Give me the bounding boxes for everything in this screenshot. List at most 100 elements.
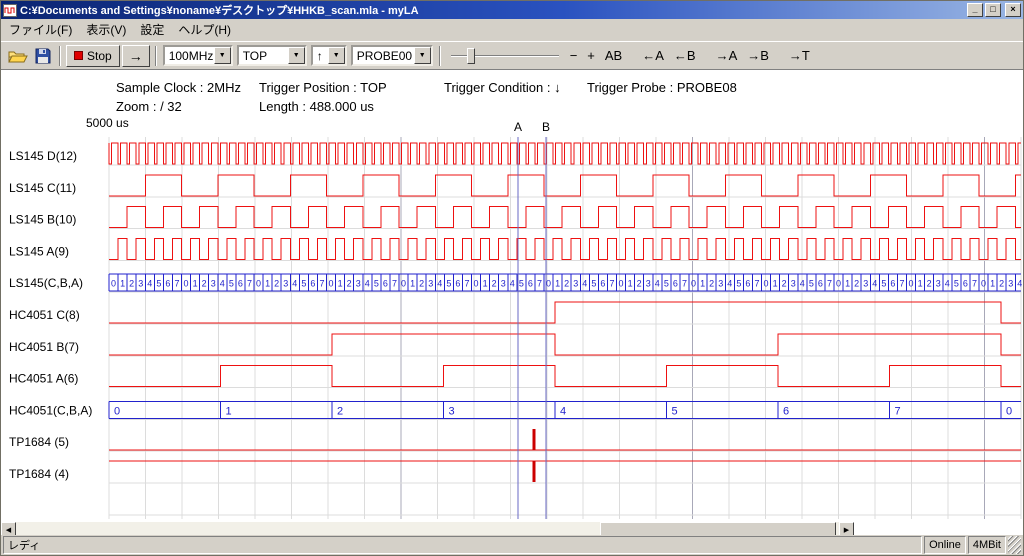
stop-button[interactable]: Stop bbox=[66, 45, 120, 67]
bus-value: 3 bbox=[449, 405, 455, 417]
status-bar: レディ Online 4MBit bbox=[1, 535, 1023, 555]
bus-value: 5 bbox=[446, 279, 451, 289]
waveform bbox=[109, 302, 1021, 323]
bus-value: 7 bbox=[899, 279, 904, 289]
trigger-position-value: TOP bbox=[239, 49, 288, 63]
bus-value: 1 bbox=[226, 405, 232, 417]
bus-value: 3 bbox=[718, 279, 723, 289]
zoom-in-button[interactable]: + bbox=[582, 46, 600, 65]
ab-range-button[interactable]: AB bbox=[600, 46, 627, 65]
scrollbar-track[interactable] bbox=[16, 522, 839, 535]
status-ready: レディ bbox=[3, 536, 922, 554]
run-button[interactable]: → bbox=[122, 45, 150, 67]
bus-value: 5 bbox=[736, 279, 741, 289]
bus-value: 5 bbox=[954, 279, 959, 289]
goto-a-next-button[interactable]: →A bbox=[711, 46, 743, 65]
bus-value: 1 bbox=[845, 279, 850, 289]
bus-value: 7 bbox=[174, 279, 179, 289]
bus-value: 0 bbox=[981, 279, 986, 289]
zoom-out-button[interactable]: − bbox=[565, 46, 583, 65]
maximize-button[interactable]: □ bbox=[985, 3, 1001, 17]
bus-value: 6 bbox=[600, 279, 605, 289]
waveform bbox=[109, 334, 1021, 355]
bus-value: 2 bbox=[854, 279, 859, 289]
waveform bbox=[109, 366, 1021, 387]
toolbar-separator bbox=[59, 46, 61, 66]
close-button[interactable]: × bbox=[1005, 3, 1021, 17]
channel-label: TP1684 (5) bbox=[9, 435, 69, 449]
save-floppy-icon bbox=[35, 48, 51, 64]
bus-value: 6 bbox=[818, 279, 823, 289]
menu-help[interactable]: ヘルプ(H) bbox=[171, 19, 238, 41]
trigger-position-select[interactable]: TOP ▼ bbox=[237, 45, 307, 66]
bus-value: 7 bbox=[895, 405, 901, 417]
resize-grip[interactable] bbox=[1008, 536, 1021, 554]
title-bar[interactable]: C:¥Documents and Settings¥noname¥デスクトップ¥… bbox=[1, 1, 1023, 19]
slider-thumb[interactable] bbox=[467, 48, 475, 64]
horizontal-scrollbar[interactable]: ◀ ▶ bbox=[1, 522, 854, 535]
bus-value: 1 bbox=[628, 279, 633, 289]
channel-label: LS145 D(12) bbox=[9, 149, 77, 163]
bus-value: 0 bbox=[401, 279, 406, 289]
menu-file[interactable]: ファイル(F) bbox=[2, 19, 79, 41]
bus-value: 3 bbox=[863, 279, 868, 289]
trigger-edge-select[interactable]: ↑ ▼ bbox=[311, 45, 347, 66]
bus-value: 2 bbox=[419, 279, 424, 289]
waveform-display[interactable]: LS145 D(12)LS145 C(11)LS145 B(10)LS145 A… bbox=[1, 70, 1023, 535]
channel-label: LS145(C,B,A) bbox=[9, 276, 83, 290]
bus-value: 5 bbox=[809, 279, 814, 289]
dropdown-arrow-icon[interactable]: ▼ bbox=[414, 47, 431, 64]
menu-view[interactable]: 表示(V) bbox=[79, 19, 133, 41]
bus-value: 3 bbox=[356, 279, 361, 289]
scroll-left-button[interactable]: ◀ bbox=[1, 522, 16, 535]
bus-value: 2 bbox=[337, 405, 343, 417]
bus-value: 6 bbox=[783, 405, 789, 417]
status-memory: 4MBit bbox=[968, 536, 1006, 554]
clock-select[interactable]: 100MHz ▼ bbox=[163, 45, 233, 66]
bus-value: 6 bbox=[383, 279, 388, 289]
minimize-button[interactable]: _ bbox=[967, 3, 983, 17]
goto-a-prev-button[interactable]: ←A bbox=[637, 46, 669, 65]
dropdown-arrow-icon[interactable]: ▼ bbox=[328, 47, 345, 64]
bus-value: 5 bbox=[301, 279, 306, 289]
bus-value: 0 bbox=[474, 279, 479, 289]
bus-value: 0 bbox=[764, 279, 769, 289]
bus-value: 0 bbox=[256, 279, 261, 289]
bus-value: 2 bbox=[492, 279, 497, 289]
bus-value: 2 bbox=[564, 279, 569, 289]
menu-settings[interactable]: 設定 bbox=[133, 19, 171, 41]
bus-value: 7 bbox=[537, 279, 542, 289]
bus-value: 5 bbox=[374, 279, 379, 289]
bus-value: 2 bbox=[347, 279, 352, 289]
bus-value: 7 bbox=[392, 279, 397, 289]
bus-value: 4 bbox=[872, 279, 877, 289]
goto-trigger-button[interactable]: →T bbox=[784, 46, 815, 65]
bus-value: 5 bbox=[591, 279, 596, 289]
bus-value: 0 bbox=[111, 279, 116, 289]
bus-value: 2 bbox=[782, 279, 787, 289]
menu-bar: ファイル(F) 表示(V) 設定 ヘルプ(H) bbox=[1, 19, 1023, 41]
save-button[interactable] bbox=[31, 45, 54, 67]
goto-b-next-button[interactable]: →B bbox=[742, 46, 774, 65]
toolbar-separator bbox=[439, 46, 441, 66]
marker-label-B[interactable]: B bbox=[542, 120, 550, 134]
marker-label-A[interactable]: A bbox=[514, 120, 522, 134]
channel-label: LS145 A(9) bbox=[9, 244, 69, 258]
dropdown-arrow-icon[interactable]: ▼ bbox=[288, 47, 305, 64]
bus-value: 7 bbox=[319, 279, 324, 289]
bus-value: 3 bbox=[138, 279, 143, 289]
bus-value: 2 bbox=[274, 279, 279, 289]
bus-value: 1 bbox=[338, 279, 343, 289]
scroll-right-button[interactable]: ▶ bbox=[839, 522, 854, 535]
dropdown-arrow-icon[interactable]: ▼ bbox=[214, 47, 231, 64]
bus-value: 2 bbox=[129, 279, 134, 289]
bus-value: 1 bbox=[265, 279, 270, 289]
bus-value: 3 bbox=[283, 279, 288, 289]
bus-value: 4 bbox=[220, 279, 225, 289]
probe-select[interactable]: PROBE00 ▼ bbox=[351, 45, 433, 66]
zoom-slider[interactable] bbox=[451, 46, 559, 66]
goto-b-prev-button[interactable]: ←B bbox=[669, 46, 701, 65]
bus-value: 4 bbox=[1017, 279, 1022, 289]
scrollbar-thumb[interactable] bbox=[600, 522, 836, 535]
open-button[interactable] bbox=[6, 45, 29, 67]
